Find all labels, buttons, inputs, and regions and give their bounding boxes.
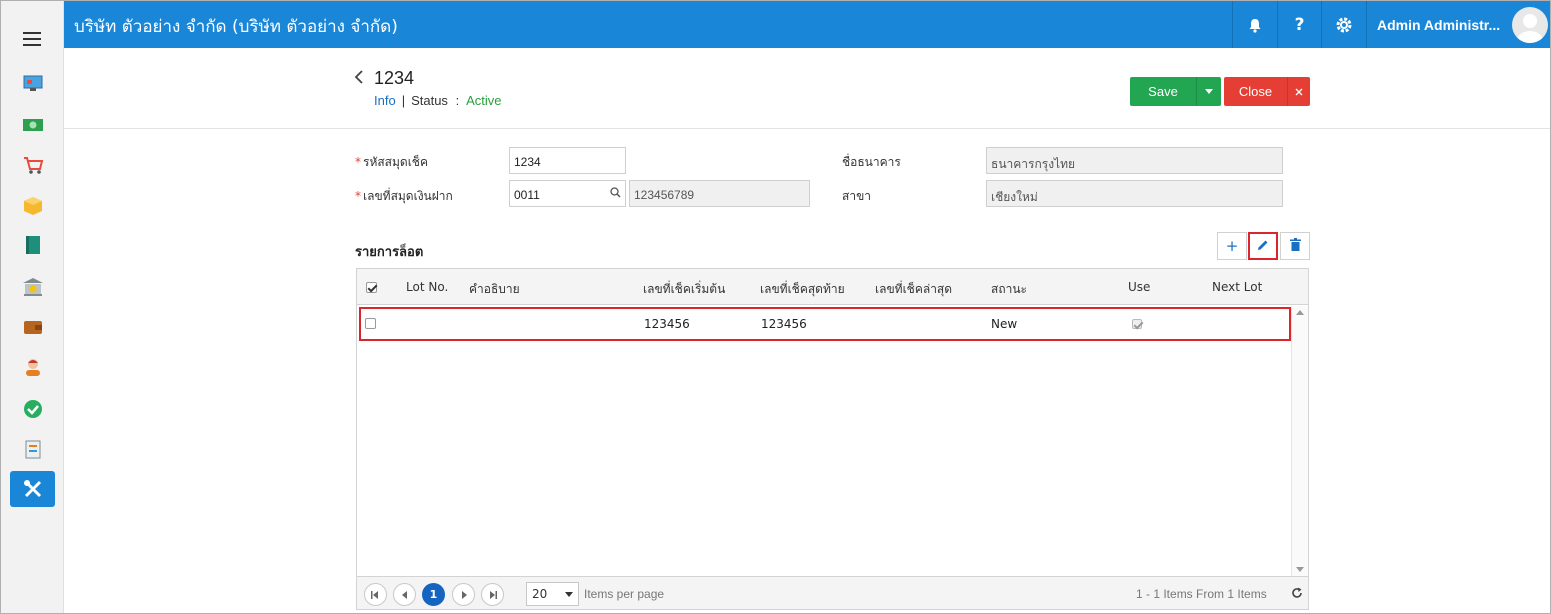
pager-summary: 1 - 1 Items From 1 Items — [1136, 587, 1267, 601]
col-lot-no[interactable]: Lot No. — [406, 280, 448, 294]
report-icon[interactable] — [10, 431, 55, 467]
bank-icon[interactable] — [10, 269, 55, 305]
person-icon[interactable] — [10, 349, 55, 385]
pencil-icon — [1257, 239, 1269, 254]
current-page[interactable]: 1 — [422, 583, 445, 606]
page-size-value: 20 — [532, 587, 548, 601]
checkbook-code-label: * รหัสสมุดเช็ค — [355, 153, 428, 172]
app-window: บริษัท ตัวอย่าง จำกัด (บริษัท ตัวอย่าง จ… — [0, 0, 1551, 614]
gear-icon[interactable] — [1321, 1, 1365, 48]
required-marker: * — [355, 189, 361, 203]
account-no-input[interactable]: 0011 — [509, 180, 626, 207]
account-no-label-text: เลขที่สมุดเงินฝาก — [363, 189, 453, 203]
select-all-checkbox[interactable] — [366, 282, 377, 293]
status-line: Info | Status : Active — [374, 93, 502, 108]
col-status[interactable]: สถานะ — [991, 280, 1027, 299]
refresh-icon[interactable] — [1291, 587, 1303, 602]
col-use[interactable]: Use — [1128, 280, 1150, 294]
col-start-no[interactable]: เลขที่เช็คเริ่มต้น — [643, 280, 725, 299]
lot-section-title: รายการล็อต — [355, 245, 424, 260]
cart-icon[interactable] — [10, 147, 55, 183]
avatar[interactable] — [1512, 7, 1548, 43]
branch-label: สาขา — [842, 189, 872, 203]
next-page-icon[interactable] — [452, 583, 475, 606]
back-arrow-icon[interactable] — [354, 70, 364, 84]
close-icon[interactable] — [1287, 77, 1310, 106]
status-label: Status — [411, 93, 448, 108]
lot-grid: Lot No. คำอธิบาย เลขที่เช็คเริ่มต้น เลขท… — [356, 268, 1309, 610]
checkbook-code-label-text: รหัสสมุดเช็ค — [363, 155, 428, 169]
col-description[interactable]: คำอธิบาย — [469, 280, 520, 299]
sidebar — [1, 1, 64, 613]
status-badge: Active — [466, 93, 502, 108]
hamburger-menu-icon[interactable] — [23, 32, 41, 46]
company-name: บริษัท ตัวอย่าง จำกัด (บริษัท ตัวอย่าง จ… — [74, 17, 398, 37]
prev-page-icon[interactable] — [393, 583, 416, 606]
grid-header: Lot No. คำอธิบาย เลขที่เช็คเริ่มต้น เลขท… — [357, 269, 1308, 305]
grid-pager: 1 20 Items per page 1 - 1 Items From 1 I… — [357, 576, 1308, 609]
bank-label: ชื่อธนาคาร — [842, 155, 901, 169]
close-button[interactable]: Close — [1224, 77, 1287, 106]
items-per-page-label: Items per page — [584, 587, 665, 601]
row-highlight — [359, 307, 1291, 341]
check-circle-icon[interactable] — [10, 391, 55, 427]
dashboard-icon[interactable] — [10, 65, 55, 101]
box-icon[interactable] — [10, 188, 55, 224]
account-name-field: 123456789 — [629, 180, 810, 207]
chevron-down-icon — [565, 592, 573, 597]
user-name: Admin Administr... — [1377, 17, 1501, 33]
branch-field: เชียงใหม่ — [986, 180, 1283, 207]
bank-field: ธนาคารกรุงไทย — [986, 147, 1283, 174]
last-page-icon[interactable] — [481, 583, 504, 606]
bell-icon[interactable] — [1232, 1, 1276, 48]
info-link[interactable]: Info — [374, 93, 396, 108]
tools-icon[interactable] — [10, 471, 55, 507]
edit-button[interactable] — [1248, 232, 1278, 260]
scroll-up-icon — [1296, 310, 1304, 315]
save-button[interactable]: Save — [1130, 77, 1196, 106]
account-no-value: 0011 — [514, 188, 540, 202]
account-no-label: * เลขที่สมุดเงินฝาก — [355, 187, 453, 206]
first-page-icon[interactable] — [364, 583, 387, 606]
book-icon[interactable] — [10, 227, 55, 263]
page-size-select[interactable]: 20 — [526, 582, 579, 606]
trash-icon — [1289, 238, 1301, 254]
add-button[interactable]: + — [1217, 232, 1247, 260]
meta-separator: | — [401, 93, 406, 108]
delete-button[interactable] — [1280, 232, 1310, 260]
user-menu[interactable]: Admin Administr... — [1366, 1, 1550, 48]
page-header: 1234 Info | Status : Active Save Close — [64, 48, 1550, 129]
save-dropdown-icon[interactable] — [1196, 77, 1221, 106]
col-last-no[interactable]: เลขที่เช็คล่าสุด — [875, 280, 952, 299]
page-title: 1234 — [374, 68, 415, 88]
status-colon: : — [455, 93, 460, 108]
vertical-scrollbar[interactable] — [1291, 306, 1308, 576]
scroll-down-icon — [1296, 567, 1304, 572]
col-end-no[interactable]: เลขที่เช็คสุดท้าย — [760, 280, 845, 299]
checkbook-code-input[interactable]: 1234 — [509, 147, 626, 174]
help-icon[interactable]: ? — [1277, 1, 1321, 48]
search-icon[interactable] — [610, 187, 621, 201]
col-next-lot[interactable]: Next Lot — [1212, 280, 1262, 294]
money-icon[interactable] — [10, 107, 55, 143]
top-bar: บริษัท ตัวอย่าง จำกัด (บริษัท ตัวอย่าง จ… — [64, 1, 1550, 48]
required-marker: * — [355, 155, 361, 169]
wallet-icon[interactable] — [10, 309, 55, 345]
